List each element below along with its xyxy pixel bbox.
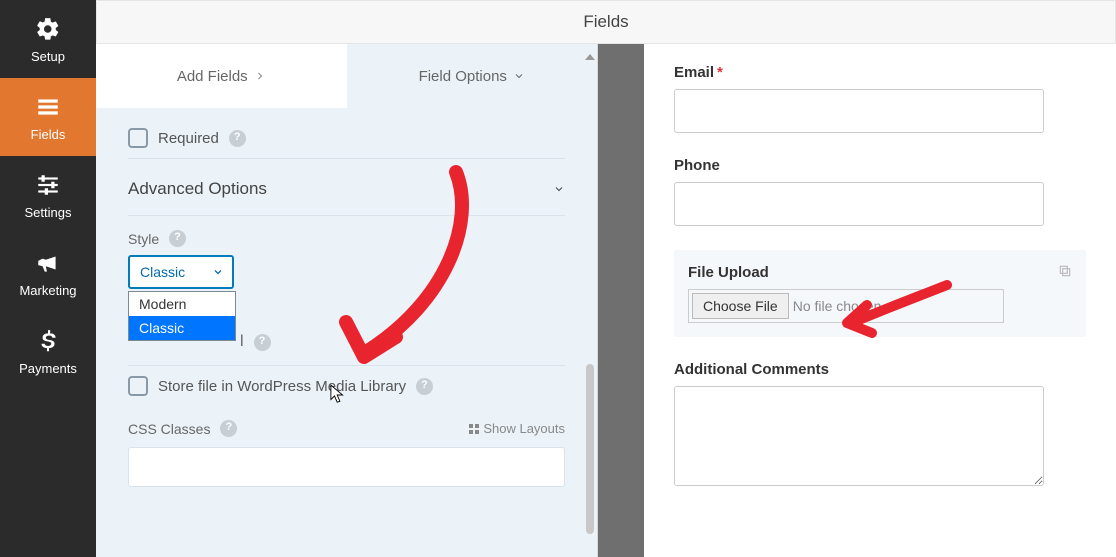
duplicate-icon[interactable] — [1058, 264, 1072, 281]
advanced-options-section[interactable]: Advanced Options — [128, 159, 565, 216]
required-star-icon: * — [717, 64, 723, 81]
tab-add-fields[interactable]: Add Fields — [96, 44, 347, 108]
bullhorn-icon — [34, 249, 62, 277]
scroll-arrow-up-icon — [585, 54, 595, 60]
style-option-modern[interactable]: Modern — [129, 292, 235, 316]
sidebar-item-label: Fields — [31, 127, 66, 142]
chevron-down-icon — [553, 183, 565, 195]
comments-group: Additional Comments — [674, 361, 1086, 491]
sidebar: Setup Fields Settings Marketing Payments — [0, 0, 96, 557]
required-row: Required — [128, 118, 565, 159]
preview-column: Email* Phone File Upload Cho — [644, 44, 1116, 557]
sidebar-item-payments[interactable]: Payments — [0, 312, 96, 390]
style-label: Style — [128, 230, 565, 247]
sidebar-item-label: Marketing — [19, 283, 76, 298]
divider-column — [598, 44, 644, 557]
required-checkbox[interactable] — [128, 128, 148, 148]
no-file-text: No file chosen — [793, 298, 882, 314]
main-content: Fields Add Fields Field Options — [96, 0, 1116, 557]
help-icon[interactable] — [416, 378, 433, 395]
tab-field-options[interactable]: Field Options — [347, 44, 598, 108]
email-group: Email* — [674, 64, 1086, 133]
tabs: Add Fields Field Options — [96, 44, 597, 108]
help-icon[interactable] — [169, 230, 186, 247]
file-upload-box: File Upload Choose File No file chosen — [674, 250, 1086, 337]
grid-icon — [469, 424, 479, 434]
file-upload-label: File Upload — [688, 264, 1072, 281]
comments-label: Additional Comments — [674, 361, 1086, 378]
options-panel: Required Advanced Options Style Cl — [96, 108, 597, 507]
phone-field[interactable] — [674, 182, 1044, 226]
cursor-icon — [330, 384, 348, 411]
help-icon[interactable] — [220, 420, 237, 437]
file-upload-group: File Upload Choose File No file chosen — [674, 250, 1086, 337]
store-file-checkbox[interactable] — [128, 376, 148, 396]
chevron-down-icon — [513, 70, 525, 82]
style-dropdown: Modern Classic — [128, 291, 236, 341]
columns: Add Fields Field Options Required — [96, 44, 1116, 557]
style-option-classic[interactable]: Classic — [129, 316, 235, 340]
css-classes-label: CSS Classes — [128, 420, 237, 437]
sidebar-item-setup[interactable]: Setup — [0, 0, 96, 78]
help-icon[interactable] — [254, 334, 271, 351]
show-layouts-button[interactable]: Show Layouts — [469, 421, 565, 436]
app-root: Setup Fields Settings Marketing Payments — [0, 0, 1116, 557]
file-input[interactable]: Choose File No file chosen — [688, 289, 1004, 323]
sliders-icon — [34, 171, 62, 199]
phone-label: Phone — [674, 157, 1086, 174]
chevron-right-icon — [254, 70, 266, 82]
style-block: Style Classic Modern Classic — [128, 216, 565, 289]
options-column: Add Fields Field Options Required — [96, 44, 598, 557]
gear-icon — [34, 15, 62, 43]
scroll-thumb[interactable] — [586, 364, 594, 534]
sidebar-item-label: Setup — [31, 49, 65, 64]
css-classes-input[interactable] — [128, 447, 565, 487]
chevron-down-icon — [212, 266, 224, 278]
email-label: Email* — [674, 64, 1086, 81]
sidebar-item-settings[interactable]: Settings — [0, 156, 96, 234]
email-field[interactable] — [674, 89, 1044, 133]
list-icon — [34, 93, 62, 121]
sidebar-item-label: Payments — [19, 361, 77, 376]
sidebar-item-fields[interactable]: Fields — [0, 78, 96, 156]
style-select[interactable]: Classic Modern Classic — [128, 255, 234, 289]
choose-file-button[interactable]: Choose File — [692, 293, 789, 319]
comments-field[interactable] — [674, 386, 1044, 486]
page-title: Fields — [96, 0, 1116, 44]
scrollbar[interactable] — [585, 54, 595, 534]
dollar-icon — [34, 327, 62, 355]
sidebar-item-label: Settings — [25, 205, 72, 220]
help-icon[interactable] — [229, 130, 246, 147]
sidebar-item-marketing[interactable]: Marketing — [0, 234, 96, 312]
phone-group: Phone — [674, 157, 1086, 226]
